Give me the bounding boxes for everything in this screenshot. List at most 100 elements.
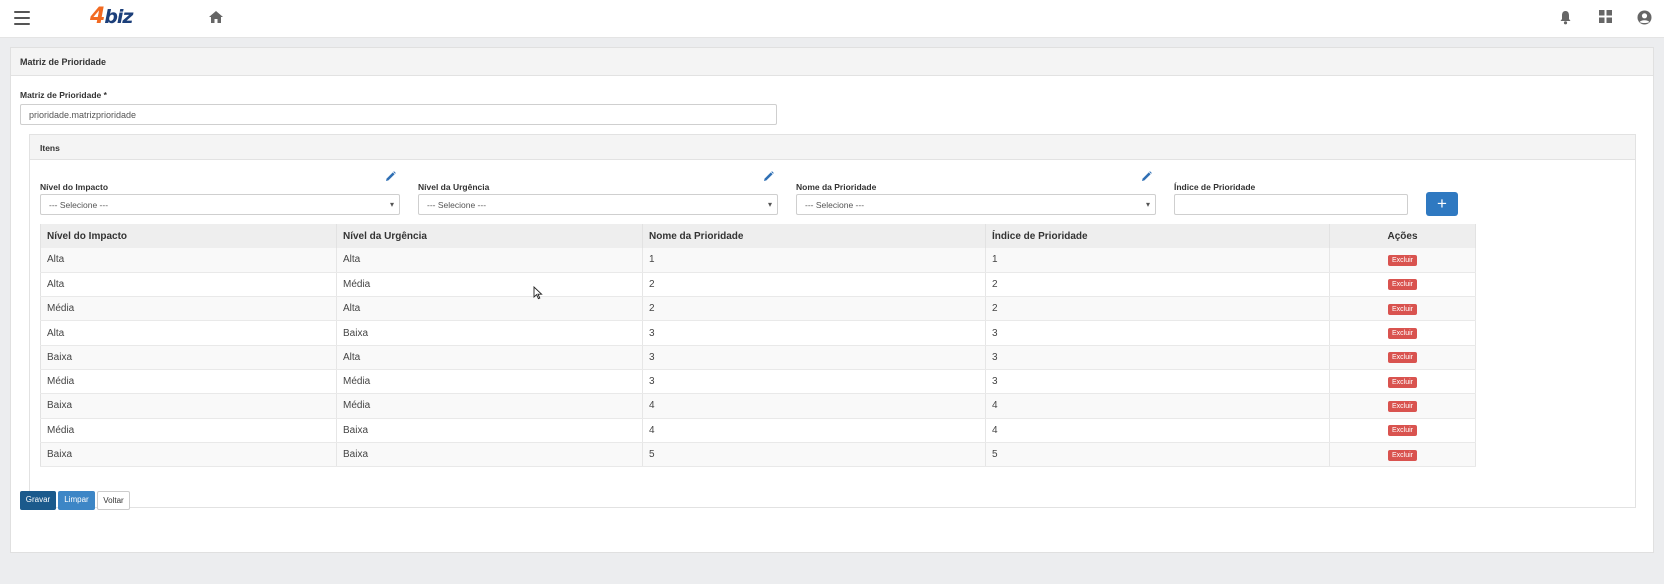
table-row[interactable]: Baixa Média 4 4 Excluir <box>40 393 1476 419</box>
table-cell: Média <box>40 418 337 443</box>
chevron-down-icon: ▾ <box>1145 200 1150 209</box>
table-cell: 3 <box>642 345 986 370</box>
table-cell: 4 <box>985 418 1330 443</box>
prioridade-label: Nome da Prioridade <box>796 182 877 192</box>
delete-button[interactable]: Excluir <box>1387 279 1417 291</box>
items-table: Nível do Impacto Nível da Urgência Nome … <box>40 224 1476 468</box>
actions-cell: Excluir <box>1329 418 1476 443</box>
table-cell: Alta <box>40 320 337 346</box>
urgencia-select[interactable]: --- Selecione --- ▾ <box>418 194 778 215</box>
matrix-field-label: Matriz de Prioridade * <box>20 90 107 100</box>
actions-cell: Excluir <box>1329 393 1476 419</box>
table-cell: Média <box>40 369 337 395</box>
urgencia-label: Nível da Urgência <box>418 182 490 192</box>
save-button[interactable]: Gravar <box>20 491 56 510</box>
table-cell: 2 <box>642 296 986 322</box>
table-cell: 4 <box>985 393 1330 419</box>
add-item-button[interactable]: + <box>1426 192 1458 216</box>
apps-grid-icon[interactable] <box>1599 10 1612 23</box>
col-header[interactable]: Nome da Prioridade <box>642 224 986 248</box>
table-cell: Alta <box>40 272 337 298</box>
table-cell: Alta <box>336 296 643 322</box>
table-cell: Baixa <box>336 418 643 443</box>
table-cell: 3 <box>985 369 1330 395</box>
table-cell: 3 <box>985 320 1330 346</box>
page-title: Matriz de Prioridade <box>11 48 1653 76</box>
table-row[interactable]: Média Alta 2 2 Excluir <box>40 296 1476 322</box>
actions-cell: Excluir <box>1329 320 1476 346</box>
col-header[interactable]: Índice de Prioridade <box>985 224 1330 248</box>
actions-cell: Excluir <box>1329 296 1476 322</box>
items-panel: Itens Nível do Impacto --- Selecione ---… <box>29 134 1636 508</box>
indice-label: Índice de Prioridade <box>1174 182 1256 192</box>
actions-cell: Excluir <box>1329 442 1476 468</box>
table-cell: Média <box>336 393 643 419</box>
clear-button[interactable]: Limpar <box>58 491 95 510</box>
table-header-row: Nível do Impacto Nível da Urgência Nome … <box>40 224 1476 248</box>
table-cell: 1 <box>985 248 1330 273</box>
table-cell: Média <box>336 369 643 395</box>
table-row[interactable]: Baixa Baixa 5 5 Excluir <box>40 442 1476 468</box>
items-title: Itens <box>30 135 1635 160</box>
table-cell: Baixa <box>336 320 643 346</box>
table-cell: Média <box>40 296 337 322</box>
delete-button[interactable]: Excluir <box>1387 376 1417 388</box>
table-cell: 2 <box>985 296 1330 322</box>
table-cell: Alta <box>40 248 337 273</box>
bell-icon[interactable] <box>1559 10 1572 25</box>
delete-button[interactable]: Excluir <box>1387 328 1417 340</box>
indice-input[interactable] <box>1174 194 1408 215</box>
matrix-name-input[interactable] <box>20 104 777 125</box>
hamburger-menu-icon[interactable] <box>14 11 30 25</box>
delete-button[interactable]: Excluir <box>1387 425 1417 437</box>
table-row[interactable]: Média Média 3 3 Excluir <box>40 369 1476 395</box>
table-row[interactable]: Média Baixa 4 4 Excluir <box>40 418 1476 443</box>
table-cell: 4 <box>642 393 986 419</box>
table-row[interactable]: Baixa Alta 3 3 Excluir <box>40 345 1476 370</box>
delete-button[interactable]: Excluir <box>1387 449 1417 461</box>
user-avatar-icon[interactable] <box>1637 10 1652 25</box>
edit-impacto-pencil-icon[interactable] <box>385 171 396 182</box>
app-logo[interactable]: 4biz <box>90 4 133 29</box>
actions-cell: Excluir <box>1329 345 1476 370</box>
table-cell: 4 <box>642 418 986 443</box>
table-cell: Baixa <box>336 442 643 468</box>
table-cell: 5 <box>642 442 986 468</box>
table-cell: Alta <box>336 248 643 273</box>
actions-cell: Excluir <box>1329 248 1476 273</box>
back-button[interactable]: Voltar <box>97 491 130 510</box>
prioridade-select[interactable]: --- Selecione --- ▾ <box>796 194 1156 215</box>
col-header[interactable]: Nível do Impacto <box>40 224 337 248</box>
delete-button[interactable]: Excluir <box>1387 303 1417 315</box>
table-cell: Alta <box>336 345 643 370</box>
actions-cell: Excluir <box>1329 369 1476 395</box>
table-cell: 5 <box>985 442 1330 468</box>
table-row[interactable]: Alta Alta 1 1 Excluir <box>40 248 1476 273</box>
impacto-select[interactable]: --- Selecione --- ▾ <box>40 194 400 215</box>
table-cell: 2 <box>985 272 1330 298</box>
edit-prioridade-pencil-icon[interactable] <box>1141 171 1152 182</box>
table-cell: 1 <box>642 248 986 273</box>
table-cell: Baixa <box>40 393 337 419</box>
table-cell: Baixa <box>40 442 337 468</box>
top-navbar: 4biz <box>0 0 1664 38</box>
delete-button[interactable]: Excluir <box>1387 254 1417 266</box>
table-row[interactable]: Alta Média 2 2 Excluir <box>40 272 1476 298</box>
actions-cell: Excluir <box>1329 272 1476 298</box>
delete-button[interactable]: Excluir <box>1387 400 1417 412</box>
edit-urgencia-pencil-icon[interactable] <box>763 171 774 182</box>
col-header[interactable]: Nível da Urgência <box>336 224 643 248</box>
table-cell: 3 <box>985 345 1330 370</box>
priority-matrix-card: Matriz de Prioridade Matriz de Prioridad… <box>10 47 1654 553</box>
delete-button[interactable]: Excluir <box>1387 352 1417 364</box>
col-header: Ações <box>1329 224 1476 248</box>
table-cell: Baixa <box>40 345 337 370</box>
home-icon[interactable] <box>208 10 224 24</box>
table-cell: Média <box>336 272 643 298</box>
table-cell: 3 <box>642 369 986 395</box>
table-cell: 3 <box>642 320 986 346</box>
table-row[interactable]: Alta Baixa 3 3 Excluir <box>40 320 1476 346</box>
table-cell: 2 <box>642 272 986 298</box>
mouse-cursor-icon <box>533 286 543 300</box>
chevron-down-icon: ▾ <box>767 200 772 209</box>
